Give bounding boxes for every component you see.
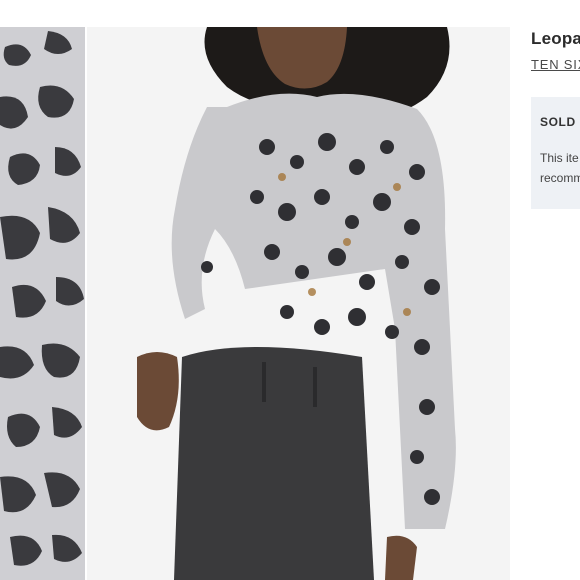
leopard-fabric-icon: [0, 27, 85, 580]
fabric-detail-thumbnail[interactable]: [0, 27, 85, 580]
availability-message-line1: This ite: [540, 151, 579, 165]
brand-link[interactable]: TEN SIX: [531, 57, 580, 72]
model-wearing-product-icon: [87, 27, 510, 580]
availability-message-line2: recomm: [540, 171, 580, 185]
product-main-image[interactable]: [87, 27, 510, 580]
product-title: Leopa: [531, 29, 580, 48]
sold-out-label: SOLD C: [540, 115, 580, 129]
